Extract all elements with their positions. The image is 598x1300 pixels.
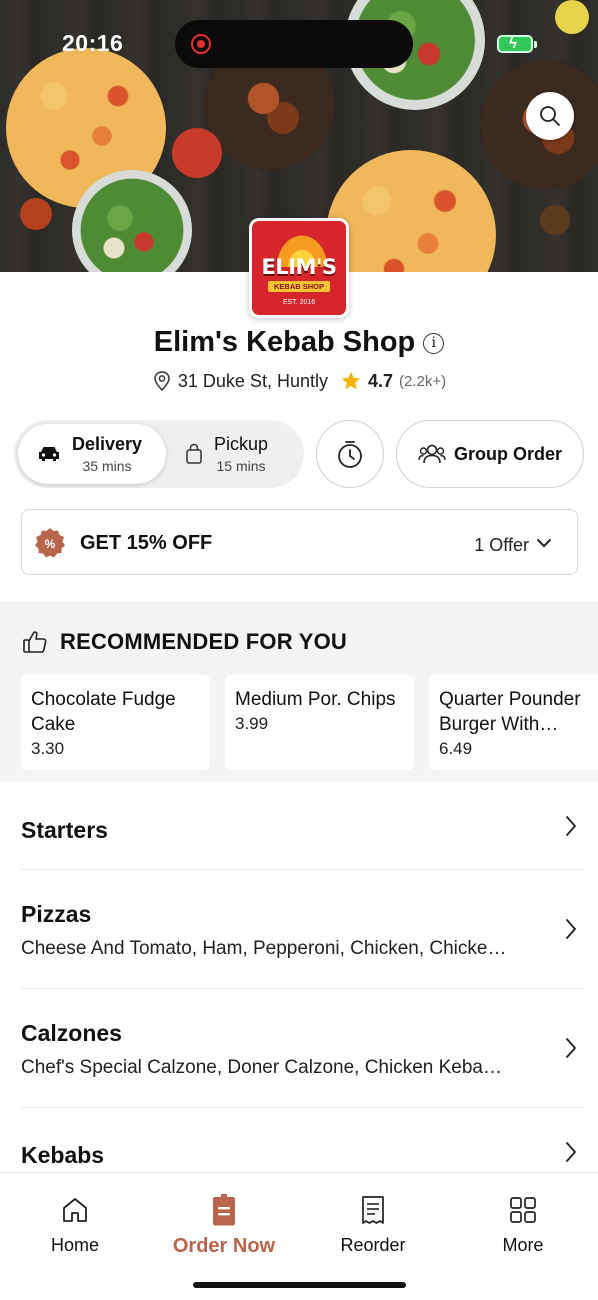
group-order-label: Group Order [453,443,562,464]
nav-home-label: Home [50,1235,99,1255]
hero-spice-image [540,205,570,235]
dynamic-island [175,20,413,68]
delivery-time: 35 mins [82,458,132,474]
category-title: Starters [21,817,108,843]
nav-order-now[interactable]: Order Now [159,1193,289,1258]
offer-banner[interactable]: % GET 15% OFF 1 Offer [21,509,578,575]
category-row-kebabs[interactable]: Kebabs [21,1108,584,1172]
category-row-starters[interactable]: Starters [21,800,584,870]
group-order-button[interactable]: Group Order [396,420,584,488]
star-icon [341,371,361,390]
category-title: Pizzas [21,901,92,927]
chevron-right-icon [566,919,576,939]
group-icon [418,444,446,464]
offer-title: GET 15% OFF [80,532,213,554]
recommended-item-name: Chocolate Fudge Cake [31,689,176,735]
recommended-item-price: 3.99 [235,714,269,733]
recommended-title: RECOMMENDED FOR YOU [60,629,347,654]
home-icon [63,1198,87,1222]
shop-title: Elim's Kebab Shop i [0,326,598,359]
status-time: 20:16 [62,30,124,56]
location-pin-icon [154,371,170,392]
logo-name: ELIM'S [261,255,338,279]
nav-reorder-label: Reorder [340,1235,406,1255]
info-icon[interactable]: i [423,333,445,354]
offer-count: 1 Offer [474,535,529,555]
chevron-right-icon [566,816,576,836]
recommended-heading: RECOMMENDED FOR YOU [22,629,347,655]
receipt-icon [362,1196,384,1224]
shop-logo: ELIM'S KEBAB SHOP EST. 2016 [249,218,349,318]
logo-est: EST. 2016 [282,299,316,306]
battery-icon: ϟ [497,35,537,53]
pickup-option[interactable]: Pickup 15 mins [184,424,300,484]
recommended-card[interactable]: Medium Por. Chips 3.99 [225,675,414,770]
nav-reorder[interactable]: Reorder [308,1193,438,1256]
pickup-time: 15 mins [216,458,266,474]
delivery-option[interactable]: Delivery 35 mins [18,424,166,484]
recommended-item-name: Quarter Pounder Burger With Cheese [439,689,581,735]
hero-tomato-image [172,128,222,178]
nav-home[interactable]: Home [10,1193,140,1256]
search-icon [540,106,560,126]
shopping-bag-icon [186,443,202,464]
bottom-navigation: Home Order Now Reorder More [0,1172,598,1300]
rating-count: (2.2k+) [399,372,447,390]
home-indicator[interactable] [193,1282,406,1288]
recommended-item-price: 6.49 [439,739,473,758]
recommended-card[interactable]: Quarter Pounder Burger With Cheese 6.49 [429,675,598,770]
category-title: Calzones [21,1020,122,1046]
schedule-button[interactable] [316,420,384,488]
car-icon [39,447,59,461]
delivery-label: Delivery [72,434,143,454]
recommended-section: RECOMMENDED FOR YOU Chocolate Fudge Cake… [0,601,598,781]
shop-name: Elim's Kebab Shop [153,326,416,358]
nav-more[interactable]: More [458,1193,588,1256]
hero-lemon-image [555,0,589,34]
category-description: Chef's Special Calzone, Doner Calzone, C… [21,1057,502,1078]
logo-subtitle: KEBAB SHOP [268,281,330,292]
chevron-down-icon [537,539,551,547]
svg-text:%: % [45,537,56,551]
shop-rating: 4.7 [367,370,393,391]
category-row-calzones[interactable]: Calzones Chef's Special Calzone, Doner C… [21,989,584,1108]
pickup-label: Pickup [214,434,269,454]
recommended-card[interactable]: Chocolate Fudge Cake 3.30 [21,675,210,770]
nav-more-label: More [502,1235,544,1255]
category-title: Kebabs [21,1142,105,1168]
nav-order-now-label: Order Now [172,1235,276,1257]
category-row-pizzas[interactable]: Pizzas Cheese And Tomato, Ham, Pepperoni… [21,870,584,989]
recommended-item-price: 3.30 [31,739,65,758]
search-button[interactable] [526,92,574,140]
recording-icon [191,34,211,54]
hero-sauce-image [20,198,52,230]
grid-icon [510,1197,536,1223]
recommended-item-name: Medium Por. Chips [235,689,396,710]
category-description: Cheese And Tomato, Ham, Pepperoni, Chick… [21,938,507,959]
thumbs-up-icon [23,631,47,653]
order-icon [213,1194,235,1226]
shop-address: 31 Duke St, Huntly [177,370,328,391]
discount-badge-icon: % [35,528,65,558]
timer-icon [338,441,362,468]
chevron-right-icon [566,1038,576,1058]
chevron-right-icon [566,1142,576,1162]
order-mode-toggle: Delivery 35 mins Pickup 15 mins [14,420,304,488]
shop-meta: 31 Duke St, Huntly 4.7 (2.2k+) [0,370,598,392]
